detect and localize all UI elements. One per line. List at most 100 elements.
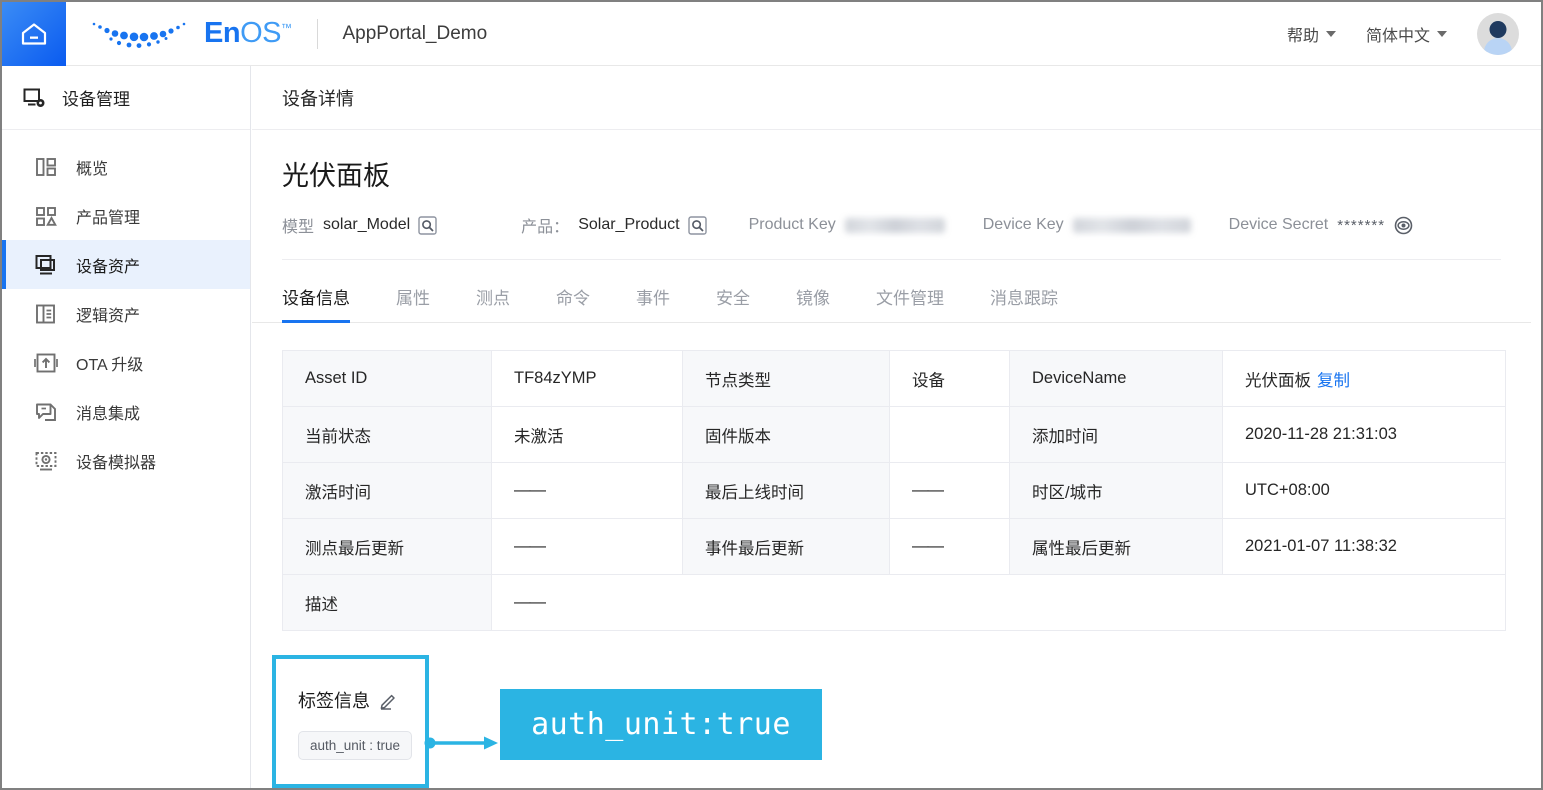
top-bar: EnOS™ AppPortal_Demo 帮助 简体中文 (2, 2, 1541, 66)
sidebar-item-label: 逻辑资产 (76, 302, 140, 326)
cell-label: 固件版本 (683, 407, 890, 463)
avatar-body (1484, 38, 1512, 55)
logo-en: En (204, 17, 240, 49)
logo-os: OS (240, 17, 281, 49)
cell-label: 时区/城市 (1010, 463, 1223, 519)
enos-dots-icon (88, 17, 200, 51)
callout-annotation: auth_unit:true (500, 689, 822, 760)
cell-value: —— (890, 519, 1010, 575)
meta-device-key: Device Key (983, 216, 1191, 234)
copy-link[interactable]: 复制 (1317, 372, 1350, 390)
cell-value: —— (492, 575, 1506, 631)
main-content: 设备详情 光伏面板 模型 solar_Model 产品： Solar_Produ… (252, 66, 1541, 788)
sidebar-item-label: 设备资产 (76, 253, 140, 277)
language-menu[interactable]: 简体中文 (1366, 22, 1447, 46)
tab-measurepoints[interactable]: 测点 (476, 284, 510, 322)
app-window: EnOS™ AppPortal_Demo 帮助 简体中文 (0, 0, 1543, 790)
meta-product-value: Solar_Product (578, 216, 679, 234)
sidebar-item-ota-upgrade[interactable]: OTA 升级 (2, 338, 250, 387)
header-divider (317, 19, 318, 49)
cell-value: —— (492, 463, 683, 519)
avatar-head (1490, 21, 1507, 38)
device-management-icon (22, 86, 46, 110)
message-integration-icon (34, 400, 58, 424)
app-title: AppPortal_Demo (342, 23, 487, 45)
table-row: 测点最后更新 —— 事件最后更新 —— 属性最后更新 2021-01-07 11… (283, 519, 1506, 575)
device-info-table: Asset ID TF84zYMP 节点类型 设备 DeviceName 光伏面… (282, 350, 1506, 631)
devicename-text: 光伏面板 (1245, 372, 1311, 390)
brand-logo: EnOS™ (88, 17, 291, 51)
device-asset-icon (34, 253, 58, 277)
tab-message-trace[interactable]: 消息跟踪 (990, 284, 1058, 322)
sidebar-item-device-asset[interactable]: 设备资产 (2, 240, 250, 289)
sidebar-item-product-management[interactable]: 产品管理 (2, 191, 250, 240)
cell-value: TF84zYMP (492, 351, 683, 407)
meta-product-key: 产品： (521, 213, 569, 237)
breadcrumb: 设备详情 (252, 66, 1541, 130)
meta-model-key: 模型 (282, 213, 314, 237)
pencil-edit-icon[interactable] (379, 691, 398, 710)
tab-events[interactable]: 事件 (636, 284, 670, 322)
meta-product-key: Product Key (749, 216, 945, 234)
cell-label: 测点最后更新 (283, 519, 492, 575)
cell-label: 事件最后更新 (683, 519, 890, 575)
tag-info-title: 标签信息 (298, 687, 370, 713)
device-info-table-wrap: Asset ID TF84zYMP 节点类型 设备 DeviceName 光伏面… (252, 323, 1541, 631)
meta-product-key-label: Product Key (749, 216, 836, 234)
cell-label: 属性最后更新 (1010, 519, 1223, 575)
cell-label: 描述 (283, 575, 492, 631)
logic-asset-icon (34, 302, 58, 326)
sidebar-nav: 概览 产品管理 设备资产 (2, 130, 250, 485)
tab-file-manage[interactable]: 文件管理 (876, 284, 944, 322)
enos-wordmark: EnOS™ (204, 19, 291, 48)
cell-value: 2020-11-28 21:31:03 (1223, 407, 1506, 463)
table-row: Asset ID TF84zYMP 节点类型 设备 DeviceName 光伏面… (283, 351, 1506, 407)
cell-label: Asset ID (283, 351, 492, 407)
tag-info-header: 标签信息 (276, 659, 425, 713)
cell-label: 激活时间 (283, 463, 492, 519)
sidebar-item-label: 设备模拟器 (76, 449, 156, 473)
sidebar-item-logic-asset[interactable]: 逻辑资产 (2, 289, 250, 338)
tab-security[interactable]: 安全 (716, 284, 750, 322)
cell-label: 最后上线时间 (683, 463, 890, 519)
language-label: 简体中文 (1366, 22, 1430, 46)
meta-model: 模型 solar_Model (282, 213, 437, 237)
sidebar-item-label: 产品管理 (76, 204, 140, 228)
device-simulator-icon (34, 449, 58, 473)
sidebar-item-message-integration[interactable]: 消息集成 (2, 387, 250, 436)
sidebar-item-device-simulator[interactable]: 设备模拟器 (2, 436, 250, 485)
overview-icon (34, 155, 58, 179)
tab-commands[interactable]: 命令 (556, 284, 590, 322)
tag-chip[interactable]: auth_unit : true (298, 731, 412, 760)
cell-label: 节点类型 (683, 351, 890, 407)
avatar[interactable] (1477, 13, 1519, 55)
cell-label: 添加时间 (1010, 407, 1223, 463)
eye-icon[interactable] (1393, 215, 1414, 236)
tab-bar: 设备信息 属性 测点 命令 事件 安全 镜像 文件管理 消息跟踪 (252, 260, 1531, 323)
device-header: 光伏面板 模型 solar_Model 产品： Solar_Product (252, 130, 1541, 260)
meta-model-value: solar_Model (323, 216, 410, 234)
sidebar: 设备管理 概览 产品管理 (2, 66, 251, 788)
breadcrumb-title: 设备详情 (282, 85, 354, 111)
table-row: 描述 —— (283, 575, 1506, 631)
help-menu[interactable]: 帮助 (1287, 22, 1336, 46)
meta-device-key-value-masked (1073, 218, 1191, 233)
tab-image[interactable]: 镜像 (796, 284, 830, 322)
sidebar-item-overview[interactable]: 概览 (2, 142, 250, 191)
meta-product-key-value-masked (845, 218, 945, 233)
tab-device-info[interactable]: 设备信息 (282, 284, 350, 322)
chevron-down-icon (1326, 31, 1336, 37)
sidebar-item-label: OTA 升级 (76, 351, 143, 375)
cell-value: 设备 (890, 351, 1010, 407)
magnifier-icon[interactable] (418, 216, 437, 235)
cell-value: 未激活 (492, 407, 683, 463)
magnifier-icon[interactable] (688, 216, 707, 235)
sidebar-item-label: 消息集成 (76, 400, 140, 424)
arrow-right-icon (424, 726, 504, 760)
callout-text: auth_unit:true (531, 707, 791, 742)
table-row: 当前状态 未激活 固件版本 添加时间 2020-11-28 21:31:03 (283, 407, 1506, 463)
cell-label: 当前状态 (283, 407, 492, 463)
home-button[interactable] (2, 2, 66, 66)
tab-attributes[interactable]: 属性 (396, 284, 430, 322)
sidebar-header-label: 设备管理 (62, 85, 130, 110)
